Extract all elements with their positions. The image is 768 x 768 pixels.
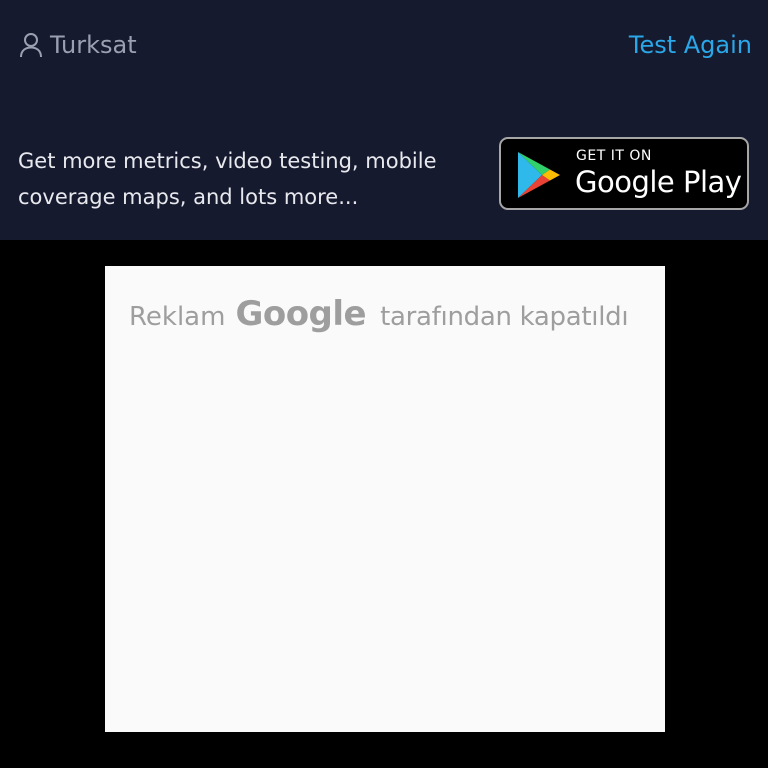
google-play-icon [516, 150, 562, 200]
provider-name: Turksat [50, 31, 137, 59]
test-again-button[interactable]: Test Again [629, 28, 752, 62]
badge-line2: Google Play [575, 165, 742, 199]
google-logo: Google [235, 294, 367, 334]
google-play-badge[interactable]: GET IT ON Google Play [499, 137, 749, 210]
ad-notice-prefix: Reklam [129, 302, 226, 332]
top-bar: Turksat Test Again Get more metrics, vid… [0, 0, 768, 240]
ad-closed-notice: Reklam Google tarafından kapatıldı [129, 294, 629, 334]
provider-info: Turksat [18, 28, 137, 62]
badge-line1: GET IT ON [576, 148, 652, 164]
ad-panel: Reklam Google tarafından kapatıldı [105, 266, 665, 732]
ad-notice-suffix: tarafından kapatıldı [380, 302, 629, 332]
promo-text: Get more metrics, video testing, mobile … [18, 149, 437, 209]
user-icon [18, 31, 44, 59]
